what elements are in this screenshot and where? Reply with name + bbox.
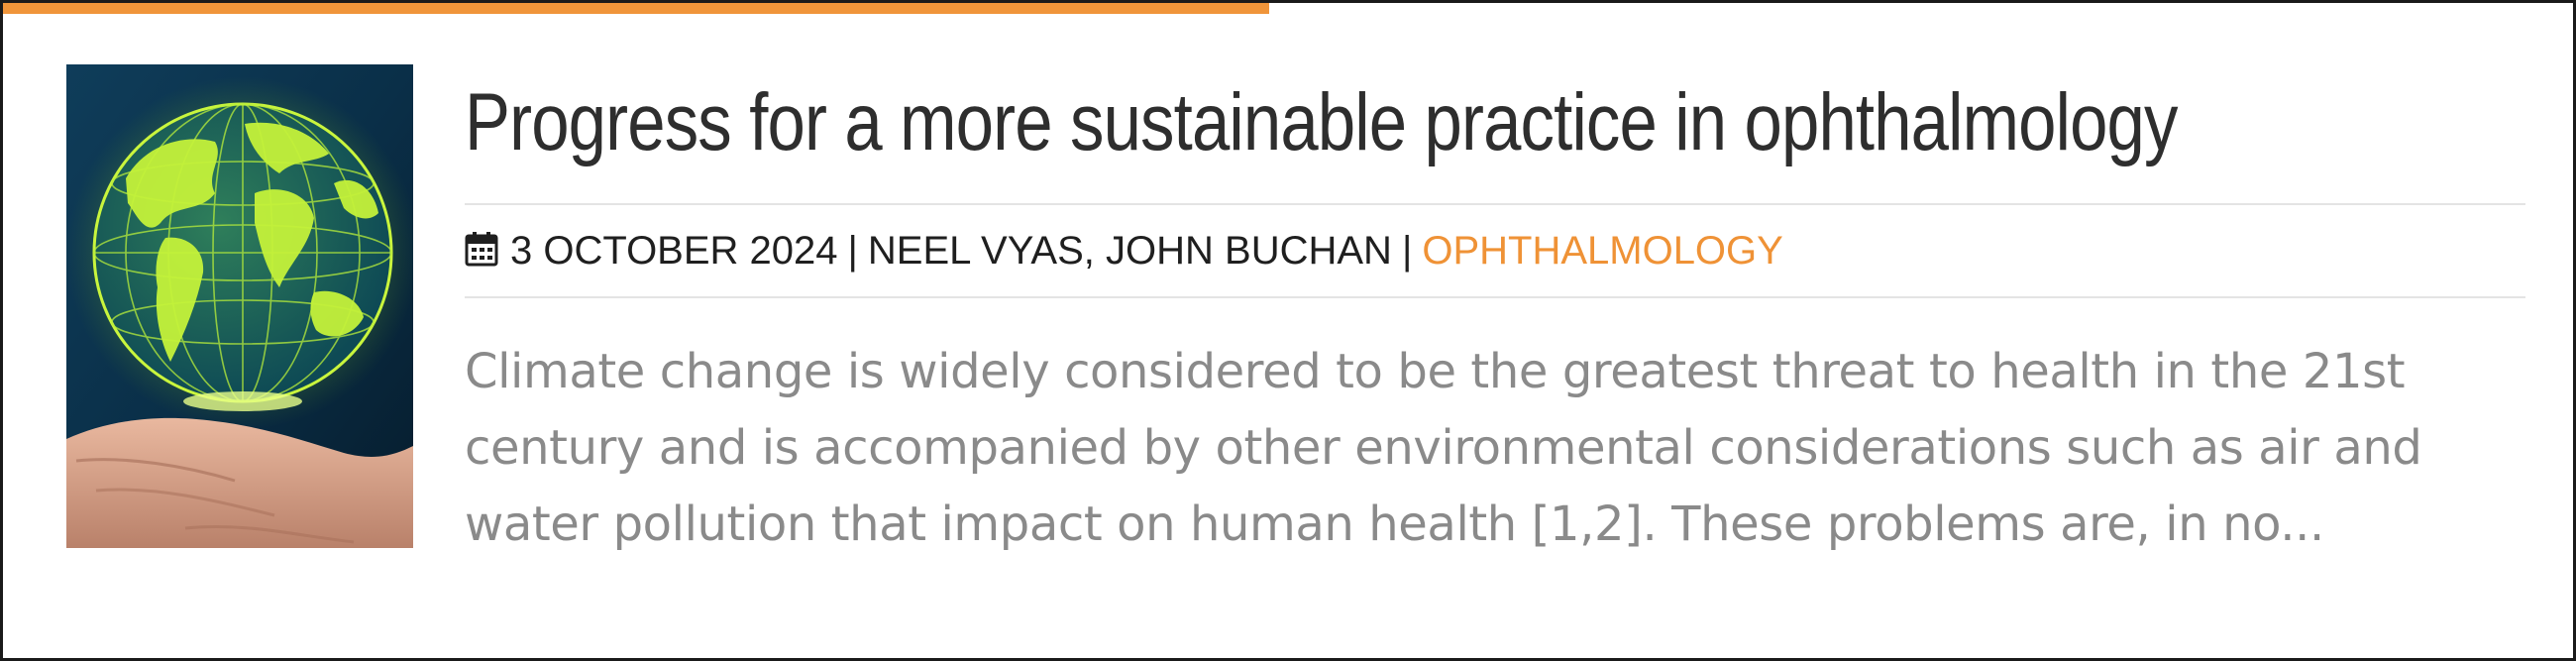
article-thumbnail[interactable] [66, 64, 413, 548]
article-date: 3 OCTOBER 2024 [510, 228, 838, 273]
meta-separator: | [1401, 228, 1413, 273]
calendar-icon [465, 232, 498, 267]
article-title[interactable]: Progress for a more sustainable practice… [465, 64, 2196, 181]
article-content: Progress for a more sustainable practice… [465, 64, 2525, 563]
article-excerpt: Climate change is widely considered to b… [465, 344, 2422, 552]
category-link[interactable]: OPHTHALMOLOGY [1422, 229, 1783, 274]
accent-bar [3, 3, 1269, 14]
divider [465, 296, 2525, 298]
article-card: Progress for a more sustainable practice… [0, 0, 2576, 661]
article-authors: NEEL VYAS, JOHN BUCHAN [867, 228, 1392, 273]
meta-separator: | [847, 228, 858, 273]
article-meta: 3 OCTOBER 2024 | NEEL VYAS, JOHN BUCHAN … [465, 205, 2525, 296]
